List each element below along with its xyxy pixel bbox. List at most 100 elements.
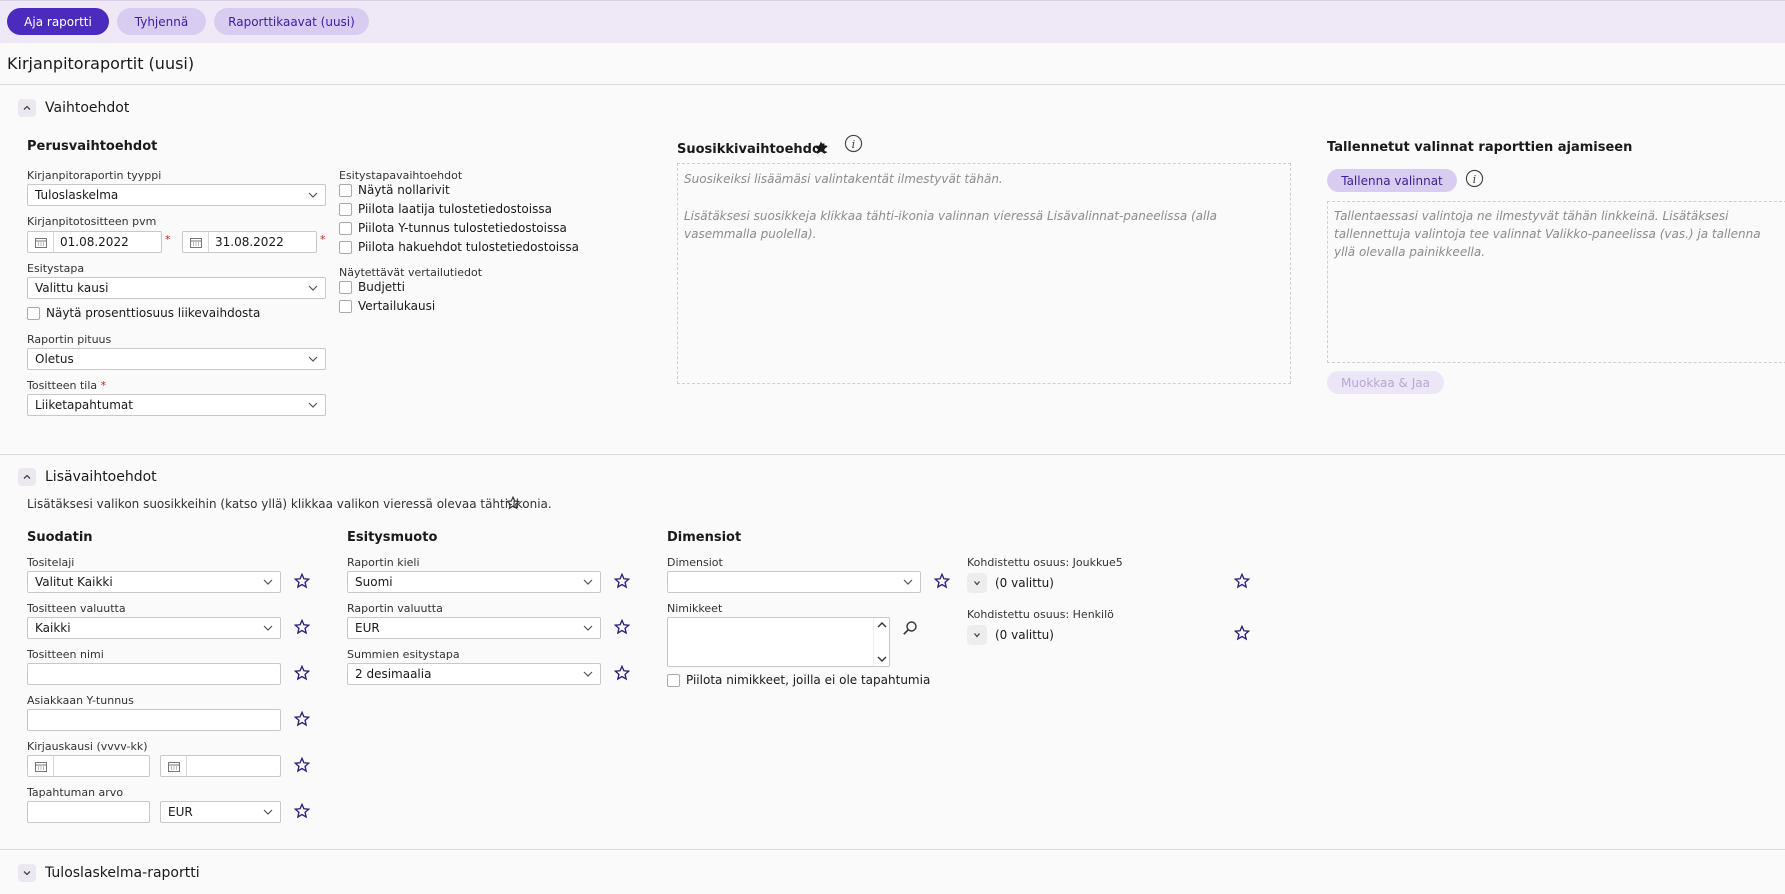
favorite-star-icon[interactable] <box>614 619 630 635</box>
svg-text:i: i <box>852 137 856 151</box>
run-report-button[interactable]: Aja raportti <box>7 8 109 35</box>
amount-input[interactable] <box>27 801 150 823</box>
report-length-select[interactable]: Oletus <box>27 348 326 370</box>
chevron-up-icon[interactable] <box>18 468 36 486</box>
items-textarea[interactable] <box>667 617 890 667</box>
svg-text:i: i <box>1473 172 1477 186</box>
checkbox-box[interactable] <box>339 280 352 294</box>
allocation-person-label: Kohdistettu osuus: Henkilö <box>967 608 1114 621</box>
chevron-down-icon <box>263 625 273 631</box>
checkbox-box[interactable] <box>339 221 352 235</box>
doc-status-select[interactable]: Liiketapahtumat <box>27 394 326 416</box>
date-to-input[interactable]: 31.08.2022 <box>182 231 317 253</box>
info-icon[interactable]: i <box>844 134 863 153</box>
checkbox-box[interactable] <box>667 673 680 687</box>
customer-id-input[interactable] <box>27 709 281 731</box>
additional-section-header[interactable]: Lisävaihtoehdot <box>18 468 157 486</box>
report-language-select[interactable]: Suomi <box>347 571 601 593</box>
calendar-icon[interactable] <box>183 232 209 252</box>
calendar-icon[interactable] <box>161 756 187 776</box>
period-to-input[interactable] <box>160 755 281 777</box>
format-title: Esitysmuoto <box>347 530 438 545</box>
required-mark: * <box>320 233 326 246</box>
calendar-icon[interactable] <box>28 232 54 252</box>
favorite-star-icon[interactable] <box>614 665 630 681</box>
favorite-star-icon[interactable] <box>614 573 630 589</box>
checkbox-box[interactable] <box>339 240 352 254</box>
report-type-select[interactable]: Tuloslaskelma <box>27 184 326 206</box>
show-percent-checkbox[interactable]: Näytä prosenttiosuus liikevaihdosta <box>27 306 260 320</box>
show-percent-label: Näytä prosenttiosuus liikevaihdosta <box>46 306 261 320</box>
display-option-checkbox[interactable]: Piilota Y-tunnus tulostetiedostoissa <box>339 221 567 235</box>
chevron-down-icon[interactable] <box>967 573 987 593</box>
edit-share-button[interactable]: Muokkaa & Jaa <box>1327 371 1444 394</box>
favorite-star-icon[interactable] <box>294 665 310 681</box>
checkbox-box[interactable] <box>339 299 352 313</box>
doc-date-label: Kirjanpitotositteen pvm <box>27 215 157 228</box>
doc-type-select[interactable]: Valitut Kaikki <box>27 571 281 593</box>
amount-currency-select[interactable]: EUR <box>160 801 281 823</box>
customer-id-label: Asiakkaan Y-tunnus <box>27 694 134 707</box>
doc-currency-label: Tositteen valuutta <box>27 602 126 615</box>
info-icon[interactable]: i <box>1465 169 1484 188</box>
favorite-star-icon[interactable] <box>294 573 310 589</box>
calendar-icon[interactable] <box>28 756 54 776</box>
date-from-input[interactable]: 01.08.2022 <box>27 231 162 253</box>
checkbox-box[interactable] <box>339 202 352 216</box>
report-currency-select[interactable]: EUR <box>347 617 601 639</box>
scrollbar[interactable] <box>873 618 889 666</box>
favorite-star-icon[interactable] <box>294 757 310 773</box>
dimensions-select[interactable] <box>667 571 921 593</box>
chevron-down-icon[interactable] <box>18 864 36 882</box>
saved-selections-title: Tallennetut valinnat raporttien ajamisee… <box>1327 140 1633 155</box>
checkbox-box[interactable] <box>27 306 40 320</box>
favorite-star-icon[interactable] <box>294 711 310 727</box>
report-section-header[interactable]: Tuloslaskelma-raportti <box>18 864 200 882</box>
report-length-label: Raportin pituus <box>27 333 112 346</box>
doc-name-input[interactable] <box>27 663 281 685</box>
sums-format-select[interactable]: 2 desimaalia <box>347 663 601 685</box>
additional-section-title: Lisävaihtoehdot <box>45 469 157 485</box>
checkbox-box[interactable] <box>339 183 352 197</box>
search-icon[interactable] <box>902 620 918 636</box>
additional-hint: Lisätäksesi valikon suosikkeihin (katso … <box>27 497 552 511</box>
report-templates-button[interactable]: Raporttikaavat (uusi) <box>214 8 369 35</box>
scroll-up-icon[interactable] <box>877 621 887 629</box>
allocation-team-toggle[interactable]: (0 valittu) <box>967 573 1054 593</box>
comparison-checkbox[interactable]: Budjetti <box>339 280 405 294</box>
allocation-person-value: (0 valittu) <box>995 628 1054 642</box>
favorite-star-icon[interactable] <box>1234 625 1250 641</box>
allocation-person-toggle[interactable]: (0 valittu) <box>967 625 1054 645</box>
favorite-star-icon[interactable] <box>1234 573 1250 589</box>
chevron-down-icon[interactable] <box>967 625 987 645</box>
presentation-select[interactable]: Valittu kausi <box>27 277 326 299</box>
display-option-checkbox[interactable]: Piilota laatija tulostetiedostoissa <box>339 202 552 216</box>
display-options-title: Esitystapavaihtoehdot <box>339 169 463 182</box>
comparison-title: Näytettävät vertailutiedot <box>339 266 483 279</box>
clear-button[interactable]: Tyhjennä <box>117 8 206 35</box>
star-filled-icon <box>814 141 828 154</box>
chevron-down-icon <box>263 809 273 815</box>
save-selections-button[interactable]: Tallenna valinnat <box>1327 169 1457 192</box>
filter-title: Suodatin <box>27 530 93 545</box>
comparison-checkbox[interactable]: Vertailukausi <box>339 299 435 313</box>
favorite-star-icon[interactable] <box>294 619 310 635</box>
period-from-input[interactable] <box>27 755 150 777</box>
doc-type-label: Tositelaji <box>27 556 75 569</box>
chevron-up-icon[interactable] <box>18 99 36 117</box>
date-to-value: 31.08.2022 <box>215 235 284 249</box>
scroll-down-icon[interactable] <box>877 655 887 663</box>
toolbar: Aja raportti Tyhjennä Raporttikaavat (uu… <box>0 0 1785 43</box>
basic-options-title: Perusvaihtoehdot <box>27 139 158 154</box>
favorite-star-icon[interactable] <box>934 573 950 589</box>
display-option-checkbox[interactable]: Näytä nollarivit <box>339 183 450 197</box>
options-section-header[interactable]: Vaihtoehdot <box>18 99 129 117</box>
saved-selections-hint: Tallentaessasi valintoja ne ilmestyvät t… <box>1334 209 1761 259</box>
page-title: Kirjanpitoraportit (uusi) <box>7 54 195 73</box>
doc-currency-select[interactable]: Kaikki <box>27 617 281 639</box>
chevron-down-icon <box>263 579 273 585</box>
hide-items-checkbox[interactable]: Piilota nimikkeet, joilla ei ole tapahtu… <box>667 673 930 687</box>
chevron-down-icon <box>308 192 318 198</box>
display-option-checkbox[interactable]: Piilota hakuehdot tulostetiedostoissa <box>339 240 579 254</box>
favorite-star-icon[interactable] <box>294 803 310 819</box>
